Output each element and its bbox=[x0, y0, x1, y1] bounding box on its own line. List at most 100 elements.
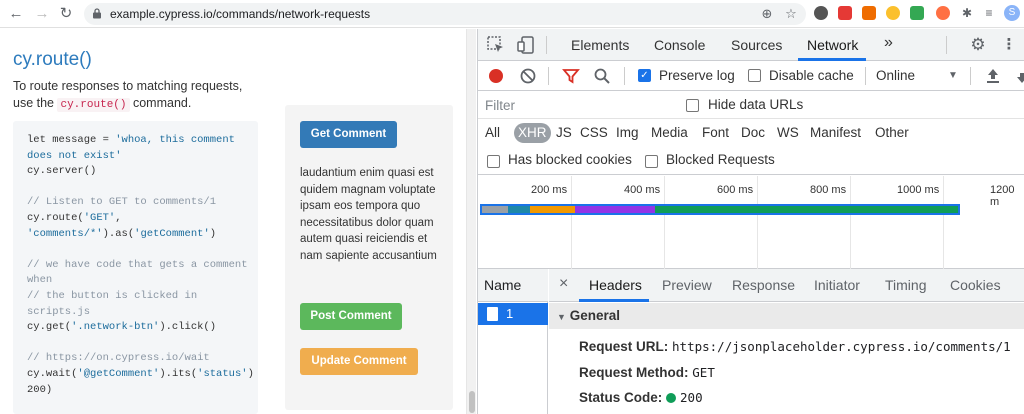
has-blocked-cookies-label: Has blocked cookies bbox=[508, 152, 632, 167]
blocked-requests-label: Blocked Requests bbox=[666, 152, 775, 167]
type-filter-font[interactable]: Font bbox=[702, 123, 729, 143]
lock-icon bbox=[93, 8, 101, 19]
get-comment-button[interactable]: Get Comment bbox=[300, 121, 397, 148]
device-toolbar-icon[interactable] bbox=[516, 35, 536, 55]
tab-initiator[interactable]: Initiator bbox=[814, 277, 860, 293]
extension-icon[interactable] bbox=[886, 6, 900, 20]
tab-cookies[interactable]: Cookies bbox=[950, 277, 1001, 293]
record-icon[interactable] bbox=[489, 69, 503, 83]
request-url-row: Request URL: https://jsonplaceholder.cyp… bbox=[579, 339, 1011, 354]
waterfall-bar bbox=[482, 206, 508, 213]
page-title: cy.route() bbox=[13, 49, 92, 70]
tab-headers[interactable]: Headers bbox=[589, 277, 642, 293]
zoom-icon[interactable]: ⊕ bbox=[758, 5, 776, 23]
kebab-menu-icon[interactable]: ⋮ bbox=[999, 35, 1019, 55]
type-filter-all[interactable]: All bbox=[485, 123, 500, 143]
timeline-tick-label: 600 ms bbox=[717, 184, 754, 196]
name-column-header[interactable]: Name bbox=[478, 269, 548, 302]
update-comment-button[interactable]: Update Comment bbox=[300, 348, 418, 375]
throttling-select[interactable]: Online bbox=[876, 68, 915, 83]
network-toolbar: ✓ Preserve log Disable cache Online ▼ bbox=[478, 61, 1024, 91]
forward-icon[interactable]: → bbox=[32, 4, 52, 24]
blocked-filters: Has blocked cookies Blocked Requests bbox=[478, 147, 1024, 175]
extension-icon[interactable] bbox=[862, 6, 876, 20]
file-icon bbox=[487, 307, 498, 321]
disable-cache-checkbox[interactable] bbox=[748, 69, 761, 82]
extension-icon[interactable] bbox=[936, 6, 950, 20]
tab-console[interactable]: Console bbox=[654, 37, 705, 53]
resource-type-filters: All XHR JS CSS Img Media Font Doc WS Man… bbox=[478, 119, 1024, 145]
request-list: Name 1 bbox=[478, 269, 548, 414]
chevron-down-icon[interactable]: ▼ bbox=[948, 70, 958, 81]
status-code-row: Status Code: 200 bbox=[579, 390, 703, 405]
address-bar[interactable]: example.cypress.io/commands/network-requ… bbox=[84, 3, 806, 25]
disable-cache-label: Disable cache bbox=[769, 68, 854, 83]
filter-bar: Filter Hide data URLs bbox=[478, 91, 1024, 119]
type-filter-ws[interactable]: WS bbox=[777, 123, 799, 143]
reload-icon[interactable]: ↻ bbox=[56, 4, 76, 24]
timeline-tick-label: 400 ms bbox=[624, 184, 661, 196]
type-filter-other[interactable]: Other bbox=[875, 123, 909, 143]
preserve-log-checkbox[interactable]: ✓ bbox=[638, 69, 651, 82]
comment-text: laudantium enim quasi est quidem magnam … bbox=[300, 167, 437, 262]
avatar[interactable]: S bbox=[1004, 5, 1020, 21]
waterfall-bar bbox=[575, 206, 655, 213]
hide-data-urls-label: Hide data URLs bbox=[708, 97, 804, 112]
url-text: example.cypress.io/commands/network-requ… bbox=[110, 7, 371, 21]
triangle-down-icon: ▼ bbox=[557, 312, 566, 322]
type-filter-doc[interactable]: Doc bbox=[741, 123, 765, 143]
inline-code: cy.route() bbox=[57, 98, 130, 112]
tab-network[interactable]: Network bbox=[807, 37, 858, 53]
tab-preview[interactable]: Preview bbox=[662, 277, 712, 293]
browser-toolbar: ← → ↻ example.cypress.io/commands/networ… bbox=[0, 0, 1024, 28]
filter-input[interactable]: Filter bbox=[481, 95, 676, 116]
bookmark-star-icon[interactable]: ☆ bbox=[782, 5, 800, 23]
preserve-log-label: Preserve log bbox=[659, 68, 735, 83]
status-code-value: 200 bbox=[680, 390, 703, 405]
search-icon[interactable] bbox=[592, 66, 612, 86]
devtools-panel: Elements Console Sources Network » ⚙ ⋮ ✓… bbox=[477, 29, 1024, 414]
type-filter-media[interactable]: Media bbox=[651, 123, 688, 143]
docs-page: cy.route() To route responses to matchin… bbox=[0, 29, 468, 414]
page-description: To route responses to matching requests,… bbox=[13, 79, 243, 112]
general-section-header[interactable]: ▼ General bbox=[549, 303, 1024, 329]
network-overview-timeline[interactable]: 200 ms 400 ms 600 ms 800 ms 1000 ms 1200… bbox=[478, 176, 1024, 269]
status-ok-icon bbox=[666, 393, 677, 403]
type-filter-manifest[interactable]: Manifest bbox=[810, 123, 861, 143]
type-filter-css[interactable]: CSS bbox=[580, 123, 608, 143]
gear-icon[interactable]: ⚙ bbox=[968, 35, 988, 55]
type-filter-img[interactable]: Img bbox=[616, 123, 639, 143]
close-icon[interactable]: × bbox=[559, 275, 568, 293]
inspect-element-icon[interactable] bbox=[486, 35, 506, 55]
has-blocked-cookies-checkbox[interactable] bbox=[487, 155, 500, 168]
request-row[interactable]: 1 bbox=[478, 303, 548, 325]
reading-list-icon[interactable]: ≡ bbox=[982, 6, 996, 20]
active-detail-tab-indicator bbox=[579, 299, 649, 302]
more-tabs-icon[interactable]: » bbox=[884, 34, 893, 52]
detail-tabbar: × Headers Preview Response Initiator Tim… bbox=[549, 269, 1024, 302]
hide-data-urls-checkbox[interactable] bbox=[686, 99, 699, 112]
request-url-value: https://jsonplaceholder.cypress.io/comme… bbox=[672, 339, 1011, 354]
tab-response[interactable]: Response bbox=[732, 277, 795, 293]
blocked-requests-checkbox[interactable] bbox=[645, 155, 658, 168]
tab-elements[interactable]: Elements bbox=[571, 37, 629, 53]
type-filter-js[interactable]: JS bbox=[556, 123, 572, 143]
type-filter-xhr[interactable]: XHR bbox=[514, 123, 551, 143]
scrollbar-thumb[interactable] bbox=[469, 391, 475, 413]
demo-panel: Get Comment laudantium enim quasi est qu… bbox=[285, 105, 453, 410]
page-scrollbar[interactable] bbox=[466, 29, 476, 414]
timeline-tick-label: 200 ms bbox=[531, 184, 568, 196]
extension-icon[interactable] bbox=[910, 6, 924, 20]
tab-sources[interactable]: Sources bbox=[731, 37, 782, 53]
request-pane: Name 1 × Headers Preview Response Initia… bbox=[478, 269, 1024, 414]
upload-icon[interactable] bbox=[983, 66, 1003, 86]
puzzle-icon[interactable]: ✱ bbox=[960, 6, 974, 20]
post-comment-button[interactable]: Post Comment bbox=[300, 303, 402, 330]
back-icon[interactable]: ← bbox=[6, 4, 26, 24]
tab-timing[interactable]: Timing bbox=[885, 277, 927, 293]
clear-icon[interactable] bbox=[518, 66, 538, 86]
extension-icon[interactable] bbox=[814, 6, 828, 20]
extension-icon[interactable] bbox=[838, 6, 852, 20]
download-icon[interactable] bbox=[1012, 66, 1024, 86]
filter-icon[interactable] bbox=[561, 66, 581, 86]
